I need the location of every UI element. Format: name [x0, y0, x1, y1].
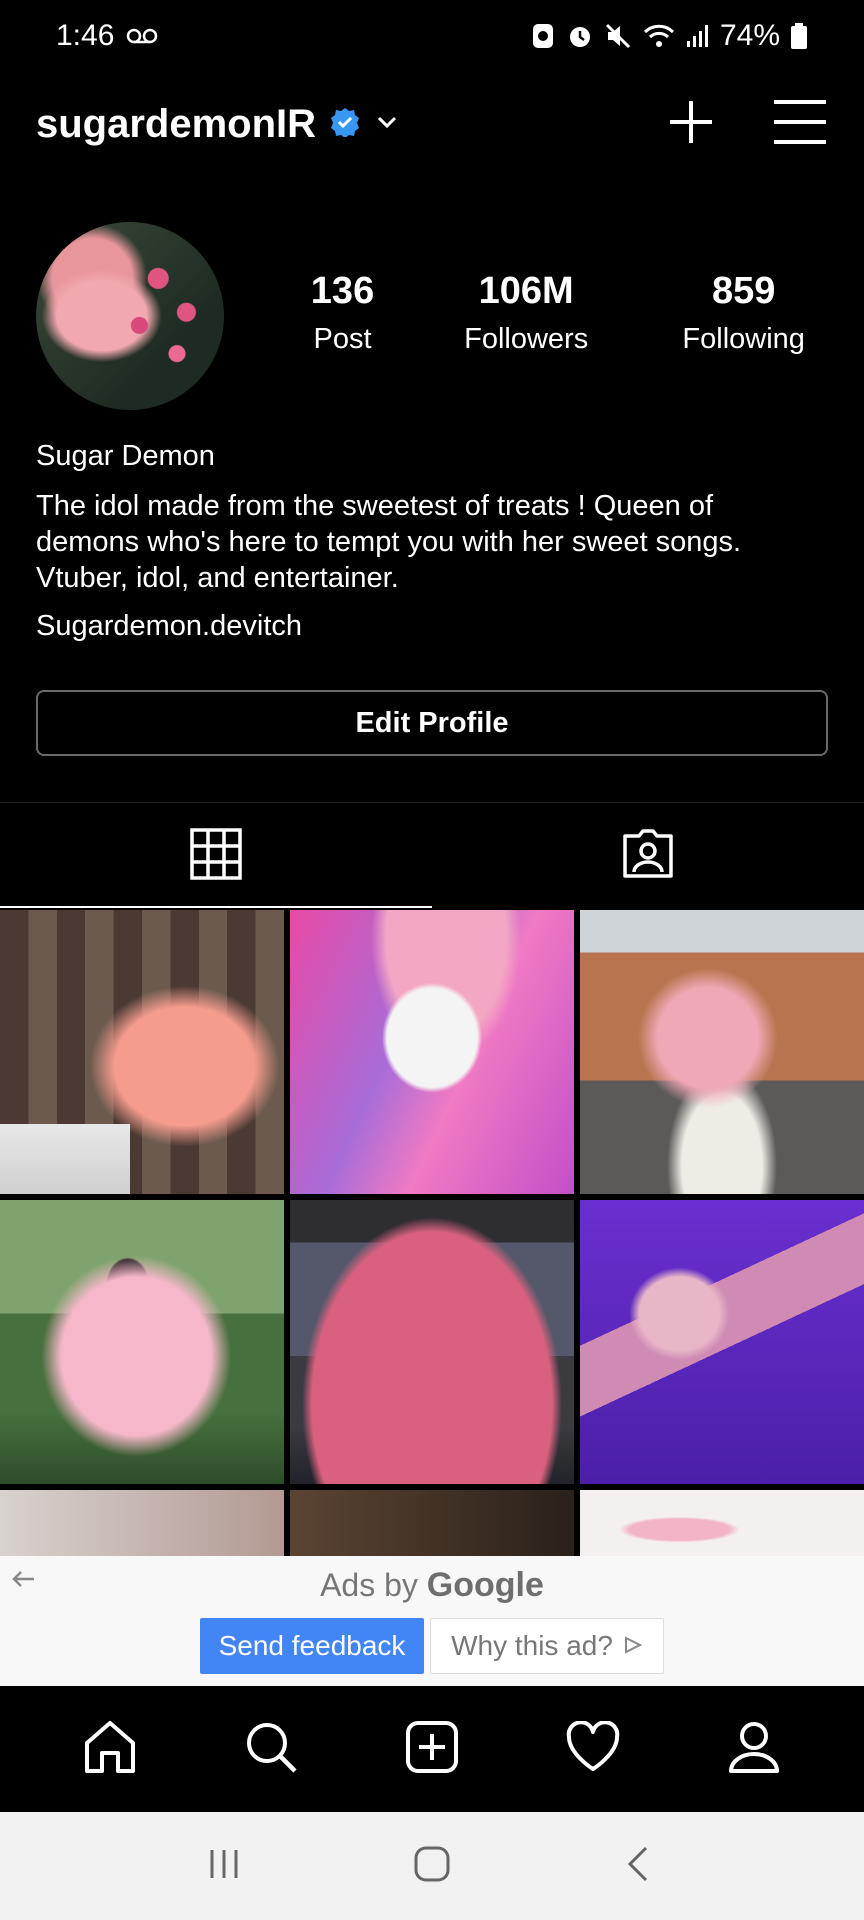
voicemail-icon	[126, 27, 158, 45]
post-thumbnail[interactable]	[290, 1200, 574, 1484]
alarm-icon	[566, 22, 594, 50]
following-count: 859	[711, 270, 776, 312]
posts-label: Post	[313, 323, 372, 355]
username[interactable]: sugardemonIR	[36, 102, 316, 147]
home-button-icon[interactable]	[412, 1844, 452, 1889]
nav-profile[interactable]	[714, 1709, 794, 1789]
post-thumbnail[interactable]	[0, 1200, 284, 1484]
profile-header: sugardemonIR	[0, 88, 864, 160]
ad-title: Ads by Google	[0, 1566, 864, 1605]
why-this-ad-label: Why this ad?	[451, 1630, 613, 1661]
bio-line: Vtuber, idol, and entertainer.	[36, 562, 399, 594]
profile-link[interactable]: Sugardemon.devitch	[36, 610, 302, 643]
back-icon[interactable]	[620, 1844, 660, 1889]
verified-badge-icon	[330, 107, 360, 142]
posts-count: 136	[310, 270, 375, 312]
post-thumbnail[interactable]	[580, 1490, 864, 1556]
search-icon	[243, 1719, 299, 1780]
post-thumbnail[interactable]	[290, 1490, 574, 1556]
tagged-icon	[621, 828, 675, 885]
nav-new-post[interactable]	[392, 1709, 472, 1789]
battery-icon	[790, 22, 808, 50]
new-post-icon	[404, 1719, 460, 1780]
bio-line: The idol made from the sweetest of treat…	[36, 490, 714, 522]
post-thumbnail[interactable]	[290, 910, 574, 1194]
ad-title-brand: Google	[426, 1566, 544, 1604]
display-name: Sugar Demon	[36, 440, 215, 472]
why-this-ad-button[interactable]: Why this ad?	[430, 1618, 664, 1674]
stat-followers[interactable]: 106M Followers	[415, 270, 637, 356]
bio: The idol made from the sweetest of treat…	[36, 488, 836, 596]
post-thumbnail[interactable]	[0, 910, 284, 1194]
grid-icon	[190, 827, 242, 885]
status-time: 1:46	[56, 19, 115, 52]
ad-buttons: Send feedback Why this ad?	[0, 1618, 864, 1674]
post-thumbnail[interactable]	[580, 1200, 864, 1484]
nav-home[interactable]	[70, 1709, 150, 1789]
profile-stats: 136 Post 106M Followers 859 Following	[270, 270, 850, 356]
bio-line: demons who's here to tempt you with her …	[36, 526, 742, 558]
followers-count: 106M	[478, 270, 574, 312]
tab-grid[interactable]	[0, 803, 432, 909]
stat-posts[interactable]: 136 Post	[270, 270, 415, 356]
recents-icon[interactable]	[204, 1844, 244, 1889]
followers-label: Followers	[464, 323, 589, 355]
post-thumbnail[interactable]	[580, 910, 864, 1194]
chevron-down-icon[interactable]	[374, 109, 400, 140]
menu-icon[interactable]	[772, 97, 828, 152]
tab-indicator	[0, 906, 432, 908]
avatar[interactable]	[36, 222, 224, 410]
plus-icon[interactable]	[666, 97, 716, 152]
data-saver-icon	[530, 21, 556, 51]
profile-tabs	[0, 803, 864, 909]
tab-tagged[interactable]	[432, 803, 864, 909]
send-feedback-button[interactable]: Send feedback	[200, 1618, 424, 1674]
nav-search[interactable]	[231, 1709, 311, 1789]
following-label: Following	[682, 323, 805, 355]
nav-activity[interactable]	[553, 1709, 633, 1789]
status-bar: 1:46 74%	[0, 0, 864, 72]
home-icon	[82, 1719, 138, 1780]
signal-icon	[686, 23, 710, 49]
bottom-nav	[0, 1686, 864, 1812]
post-thumbnail[interactable]	[0, 1490, 284, 1556]
ad-title-prefix: Ads by	[320, 1567, 418, 1603]
ad-banner: Ads by Google Send feedback Why this ad?	[0, 1556, 864, 1686]
system-nav-bar	[0, 1812, 864, 1920]
heart-icon	[565, 1719, 621, 1778]
adchoices-icon	[623, 1630, 643, 1662]
wifi-icon	[642, 22, 676, 50]
profile-icon	[726, 1719, 782, 1780]
battery-percent: 74%	[719, 19, 780, 52]
mute-icon	[604, 22, 632, 50]
edit-profile-button[interactable]: Edit Profile	[36, 690, 828, 756]
stat-following[interactable]: 859 Following	[637, 270, 850, 356]
